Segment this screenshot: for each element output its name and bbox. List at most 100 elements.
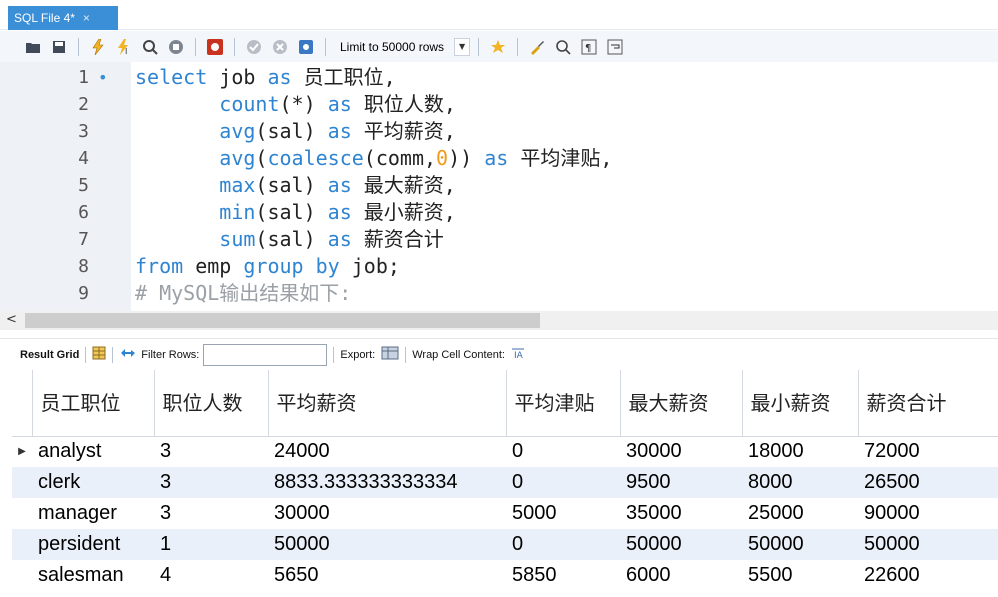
column-header[interactable]: 职位人数 — [154, 370, 269, 437]
table-cell[interactable]: 26500 — [858, 467, 998, 498]
result-grid-tab[interactable]: Result Grid — [20, 349, 79, 361]
table-cell[interactable]: 50000 — [742, 529, 858, 560]
table-cell[interactable]: 6000 — [620, 560, 742, 591]
table-cell[interactable]: manager — [32, 498, 154, 529]
code-text[interactable]: avg(coalesce(comm,0)) as 平均津贴, — [135, 145, 612, 172]
code-text[interactable]: sum(sal) as 薪资合计 — [135, 226, 444, 253]
chevron-down-icon[interactable]: ▼ — [454, 37, 471, 56]
scrollbar-thumb[interactable] — [25, 313, 540, 328]
export-icon[interactable] — [381, 346, 399, 363]
beautify-brush-icon[interactable] — [526, 36, 548, 58]
tab-close-icon[interactable]: × — [83, 11, 90, 25]
code-line[interactable]: 6 min(sal) as 最小薪资, — [0, 199, 998, 226]
table-cell[interactable]: 25000 — [742, 498, 858, 529]
column-header[interactable]: 最小薪资 — [742, 370, 859, 437]
result-grid[interactable]: 员工职位 职位人数 平均薪资 平均津贴 最大薪资 最小薪资 薪资合计 ▶ anal… — [12, 370, 998, 591]
code-line[interactable]: 2 count(*) as 职位人数, — [0, 91, 998, 118]
table-row[interactable]: clerk 3 8833.333333333334 0 9500 8000 26500 — [12, 467, 998, 498]
table-cell[interactable]: 8000 — [742, 467, 858, 498]
table-cell[interactable]: 30000 — [620, 436, 742, 467]
find-icon[interactable] — [552, 36, 574, 58]
table-cell[interactable]: 90000 — [858, 498, 998, 529]
table-cell[interactable]: 4 — [154, 560, 268, 591]
autocommit-icon[interactable] — [295, 36, 317, 58]
table-cell[interactable]: 50000 — [268, 529, 506, 560]
table-cell[interactable]: 50000 — [858, 529, 998, 560]
column-header[interactable]: 最大薪资 — [620, 370, 743, 437]
commit-icon[interactable] — [243, 36, 265, 58]
code-text[interactable]: min(sal) as 最小薪资, — [135, 199, 456, 226]
code-text[interactable]: avg(sal) as 平均薪资, — [135, 118, 456, 145]
editor-horizontal-scrollbar[interactable]: < — [0, 311, 998, 330]
code-text[interactable]: count(*) as 职位人数, — [135, 91, 456, 118]
filter-rows-input[interactable] — [203, 343, 328, 366]
code-line[interactable]: 1 • select job as 员工职位, — [0, 64, 998, 91]
grid-view-icon[interactable] — [92, 346, 106, 363]
table-cell[interactable]: salesman — [32, 560, 154, 591]
table-cell[interactable]: 0 — [506, 467, 620, 498]
table-cell[interactable]: 72000 — [858, 436, 998, 467]
table-cell[interactable]: 0 — [506, 529, 620, 560]
table-cell[interactable]: 5000 — [506, 498, 620, 529]
code-line[interactable]: 8 from emp group by job; — [0, 253, 998, 280]
open-folder-icon[interactable] — [22, 36, 44, 58]
wrap-cell-icon[interactable]: IA — [511, 347, 525, 362]
invisible-chars-icon[interactable]: ¶ — [578, 36, 600, 58]
refresh-arrows-icon[interactable] — [119, 346, 136, 363]
execute-current-icon[interactable]: I — [113, 36, 135, 58]
table-cell[interactable]: 3 — [154, 498, 268, 529]
code-text[interactable]: max(sal) as 最大薪资, — [135, 172, 456, 199]
code-text[interactable]: select job as 员工职位, — [135, 64, 396, 91]
limit-rows-select[interactable]: Limit to 50000 rows — [334, 37, 450, 57]
table-row[interactable]: manager 3 30000 5000 35000 25000 90000 — [12, 498, 998, 529]
sql-editor[interactable]: 1 • select job as 员工职位, 2 count(*) as 职位人数,… — [0, 62, 998, 311]
word-wrap-icon[interactable] — [604, 36, 626, 58]
table-cell[interactable]: clerk — [32, 467, 154, 498]
code-text[interactable]: # MySQL输出结果如下: — [135, 280, 351, 307]
tab-sql-file-4[interactable]: SQL File 4* × — [8, 6, 118, 30]
table-cell[interactable]: analyst — [32, 436, 154, 467]
table-cell[interactable]: 22600 — [858, 560, 998, 591]
row-selector[interactable] — [12, 529, 32, 560]
table-cell[interactable]: 50000 — [620, 529, 742, 560]
code-line[interactable]: 3 avg(sal) as 平均薪资, — [0, 118, 998, 145]
code-text[interactable]: from emp group by job; — [135, 253, 400, 280]
row-selector[interactable] — [12, 467, 32, 498]
table-row[interactable]: persident 1 50000 0 50000 50000 50000 — [12, 529, 998, 560]
code-line[interactable]: 7 sum(sal) as 薪资合计 — [0, 226, 998, 253]
table-cell[interactable]: 1 — [154, 529, 268, 560]
table-row[interactable]: salesman 4 5650 5850 6000 5500 22600 — [12, 560, 998, 591]
table-cell[interactable]: 30000 — [268, 498, 506, 529]
stop-icon[interactable] — [165, 36, 187, 58]
table-cell[interactable]: 24000 — [268, 436, 506, 467]
table-cell[interactable]: 18000 — [742, 436, 858, 467]
code-line[interactable]: 4 avg(coalesce(comm,0)) as 平均津贴, — [0, 145, 998, 172]
table-cell[interactable]: 9500 — [620, 467, 742, 498]
column-header[interactable]: 薪资合计 — [858, 370, 998, 437]
explain-magnifier-icon[interactable] — [139, 36, 161, 58]
table-cell[interactable]: persident — [32, 529, 154, 560]
table-cell[interactable]: 5850 — [506, 560, 620, 591]
execute-lightning-icon[interactable] — [87, 36, 109, 58]
column-header[interactable]: 平均薪资 — [268, 370, 507, 437]
table-cell[interactable]: 35000 — [620, 498, 742, 529]
table-cell[interactable]: 0 — [506, 436, 620, 467]
code-line[interactable]: 5 max(sal) as 最大薪资, — [0, 172, 998, 199]
column-header[interactable]: 平均津贴 — [506, 370, 621, 437]
table-cell[interactable]: 3 — [154, 436, 268, 467]
code-line[interactable]: 9 # MySQL输出结果如下: — [0, 280, 998, 307]
row-selector[interactable] — [12, 498, 32, 529]
rollback-icon[interactable] — [269, 36, 291, 58]
add-snippet-star-icon[interactable] — [487, 36, 509, 58]
row-selector[interactable] — [12, 560, 32, 591]
toggle-error-icon[interactable] — [204, 36, 226, 58]
table-cell[interactable]: 3 — [154, 467, 268, 498]
table-cell[interactable]: 5500 — [742, 560, 858, 591]
table-row[interactable]: ▶ analyst 3 24000 0 30000 18000 72000 — [12, 436, 998, 467]
current-row-arrow-icon[interactable]: ▶ — [12, 436, 32, 467]
scroll-left-arrow-icon[interactable]: < — [6, 312, 17, 327]
save-icon[interactable] — [48, 36, 70, 58]
table-cell[interactable]: 5650 — [268, 560, 506, 591]
table-cell[interactable]: 8833.333333333334 — [268, 467, 506, 498]
column-header[interactable]: 员工职位 — [32, 370, 155, 437]
